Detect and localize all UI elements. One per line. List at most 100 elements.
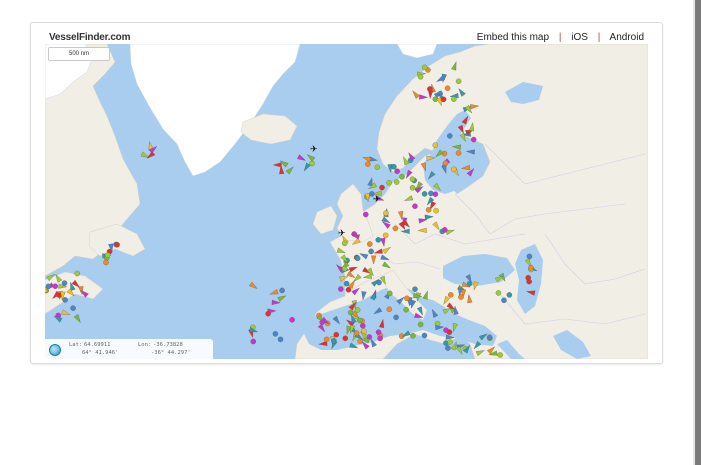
vessel-stationary-marker[interactable] xyxy=(375,329,382,335)
vessel-stationary-marker[interactable] xyxy=(526,253,533,260)
aircraft-icon[interactable]: ✈ xyxy=(338,229,346,239)
vessel-stationary-marker[interactable] xyxy=(360,323,366,329)
vessel-stationary-marker[interactable] xyxy=(104,252,111,258)
vessel-stationary-marker[interactable] xyxy=(45,283,52,290)
vessel-stationary-marker[interactable] xyxy=(399,174,405,180)
vessel-stationary-marker[interactable] xyxy=(432,191,439,197)
vessel-stationary-marker[interactable] xyxy=(277,336,284,343)
vessel-stationary-marker[interactable] xyxy=(447,339,453,345)
vessel-stationary-marker[interactable] xyxy=(417,74,424,80)
vessel-stationary-marker[interactable] xyxy=(404,295,410,302)
vessel-stationary-marker[interactable] xyxy=(114,241,120,248)
vessel-stationary-marker[interactable] xyxy=(425,207,432,213)
aircraft-icon[interactable]: ✈ xyxy=(310,145,318,155)
vessel-stationary-marker[interactable] xyxy=(279,287,285,294)
vessel-stationary-marker[interactable] xyxy=(427,86,433,92)
vessel-stationary-marker[interactable] xyxy=(342,335,349,342)
vessel-stationary-marker[interactable] xyxy=(331,338,337,344)
vessel-stationary-marker[interactable] xyxy=(374,164,381,170)
vessel-stationary-marker[interactable] xyxy=(379,184,385,191)
vessel-stationary-marker[interactable] xyxy=(386,290,393,297)
vessel-stationary-marker[interactable] xyxy=(466,280,473,287)
vessel-stationary-marker[interactable] xyxy=(440,96,447,103)
vessel-stationary-marker[interactable] xyxy=(383,210,389,216)
vessel-stationary-marker[interactable] xyxy=(470,136,477,143)
vessel-stationary-marker[interactable] xyxy=(70,305,76,311)
vessel-stationary-marker[interactable] xyxy=(323,336,330,343)
vessel-stationary-marker[interactable] xyxy=(52,283,59,289)
vessel-stationary-marker[interactable] xyxy=(391,163,397,170)
vessel-stationary-marker[interactable] xyxy=(409,176,416,182)
vessel-stationary-marker[interactable] xyxy=(412,286,418,292)
vessel-map[interactable]: ✈ ✈ ✈ 500 nm Lat: 64.69911 64° 41.946' Lon… xyxy=(45,44,648,359)
vessel-stationary-marker[interactable] xyxy=(447,292,454,298)
vessel-stationary-marker[interactable] xyxy=(421,191,428,197)
globe-icon[interactable] xyxy=(49,344,61,356)
vessel-stationary-marker[interactable] xyxy=(442,160,449,166)
vessel-stationary-marker[interactable] xyxy=(319,319,325,325)
vessel-stationary-marker[interactable] xyxy=(62,297,68,303)
vessel-stationary-marker[interactable] xyxy=(447,133,453,139)
vessel-stationary-marker[interactable] xyxy=(421,64,428,71)
vessel-stationary-marker[interactable] xyxy=(526,278,532,285)
vessel-stationary-marker[interactable] xyxy=(445,345,451,351)
vessel-stationary-marker[interactable] xyxy=(455,78,462,85)
vessel-stationary-marker[interactable] xyxy=(341,265,348,272)
vessel-stationary-marker[interactable] xyxy=(250,338,257,345)
vessel-stationary-marker[interactable] xyxy=(450,166,457,173)
vessel-stationary-marker[interactable] xyxy=(61,280,68,286)
vessel-stationary-marker[interactable] xyxy=(403,306,409,313)
vessel-stationary-marker[interactable] xyxy=(495,290,502,296)
vessel-stationary-marker[interactable] xyxy=(409,184,416,191)
vessel-stationary-marker[interactable] xyxy=(357,317,363,324)
vessel-stationary-marker[interactable] xyxy=(367,241,373,247)
vessel-stationary-marker[interactable] xyxy=(386,180,392,186)
vessel-stationary-marker[interactable] xyxy=(458,294,464,300)
vessel-stationary-marker[interactable] xyxy=(444,85,451,91)
vessel-stationary-marker[interactable] xyxy=(528,264,534,271)
vessel-stationary-marker[interactable] xyxy=(394,168,400,174)
vessel-stationary-marker[interactable] xyxy=(347,309,354,316)
vessel-stationary-marker[interactable] xyxy=(345,286,352,293)
vessel-stationary-marker[interactable] xyxy=(377,335,383,342)
android-link[interactable]: Android xyxy=(610,32,644,43)
vessel-stationary-marker[interactable] xyxy=(365,161,371,167)
vessel-stationary-marker[interactable] xyxy=(272,331,279,337)
vessel-stationary-marker[interactable] xyxy=(421,332,428,339)
vessel-stationary-marker[interactable] xyxy=(410,333,416,339)
vessel-stationary-marker[interactable] xyxy=(338,286,344,292)
vessel-stationary-marker[interactable] xyxy=(368,248,374,255)
embed-map-link[interactable]: Embed this map xyxy=(477,32,549,43)
vessel-stationary-marker[interactable] xyxy=(289,317,295,323)
vesselfinder-logo[interactable]: VesselFinder.com xyxy=(49,32,130,43)
vessel-stationary-marker[interactable] xyxy=(393,314,399,321)
vessel-stationary-marker[interactable] xyxy=(375,237,382,243)
vessel-stationary-marker[interactable] xyxy=(382,232,389,239)
aircraft-icon[interactable]: ✈ xyxy=(373,195,381,205)
vessel-stationary-marker[interactable] xyxy=(501,297,507,303)
vessel-stationary-marker[interactable] xyxy=(103,259,109,266)
vessel-stationary-marker[interactable] xyxy=(333,331,340,338)
vessel-stationary-marker[interactable] xyxy=(386,306,392,312)
vessel-stationary-marker[interactable] xyxy=(392,225,399,232)
vessel-stationary-marker[interactable] xyxy=(343,280,350,287)
vessel-stationary-marker[interactable] xyxy=(506,292,513,298)
vessel-stationary-marker[interactable] xyxy=(486,334,493,340)
vessel-stationary-marker[interactable] xyxy=(412,203,418,209)
vessel-stationary-marker[interactable] xyxy=(497,352,503,358)
ios-link[interactable]: iOS xyxy=(571,32,588,43)
vessel-stationary-marker[interactable] xyxy=(353,330,360,336)
vessel-stationary-marker[interactable] xyxy=(417,321,424,328)
vessel-stationary-marker[interactable] xyxy=(354,307,361,313)
vessel-stationary-marker[interactable] xyxy=(393,179,400,185)
vessel-stationary-marker[interactable] xyxy=(428,190,434,197)
vessel-stationary-marker[interactable] xyxy=(74,270,81,277)
vessel-stationary-marker[interactable] xyxy=(354,255,361,262)
vessel-stationary-marker[interactable] xyxy=(451,96,457,102)
vessel-stationary-marker[interactable] xyxy=(363,211,369,218)
vessel-stationary-marker[interactable] xyxy=(433,207,439,214)
vessel-stationary-marker[interactable] xyxy=(341,240,348,247)
vessel-stationary-marker[interactable] xyxy=(432,142,439,148)
vessel-stationary-marker[interactable] xyxy=(265,310,271,317)
vessel-stationary-marker[interactable] xyxy=(442,227,448,233)
